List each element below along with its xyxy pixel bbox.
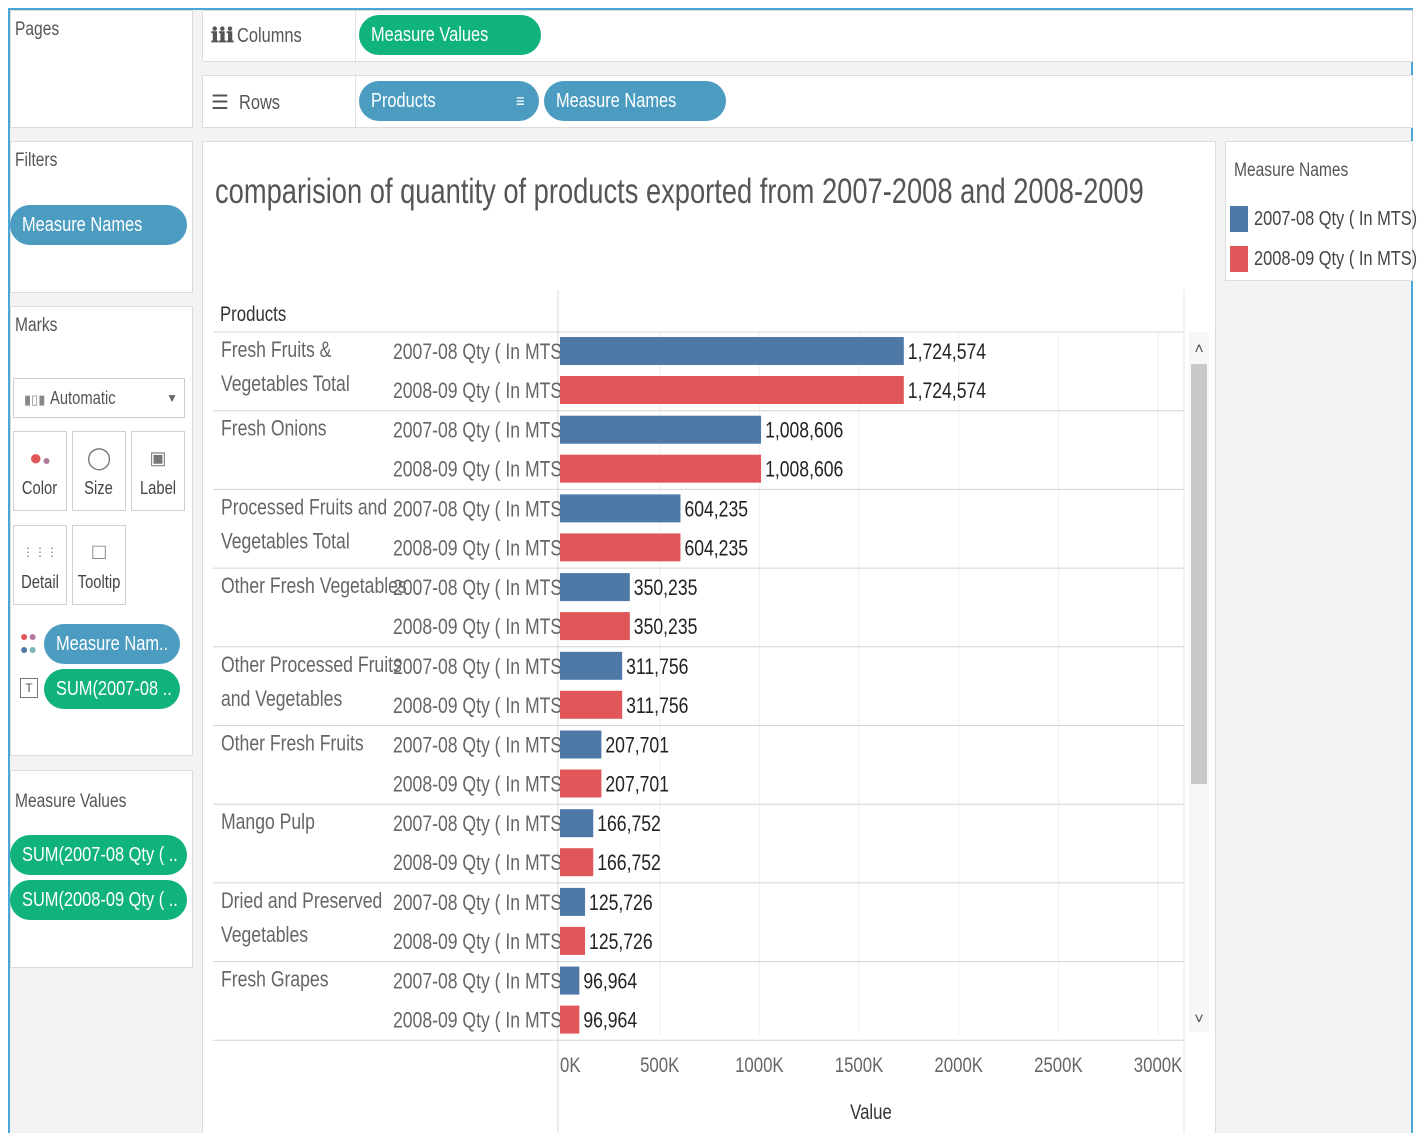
size-icon: ◯ xyxy=(86,445,112,470)
detail-icon: ⋮⋮⋮ xyxy=(22,545,58,559)
pages-card: Pages xyxy=(10,10,193,128)
filters-title: Filters xyxy=(15,150,58,171)
size-button[interactable]: ◯ Size xyxy=(72,431,126,511)
chart-title: comparision of quantity of products expo… xyxy=(215,172,1144,211)
label-mark-icon: T xyxy=(20,678,38,698)
marks-pill-measure-names[interactable]: Measure Nam.. xyxy=(44,624,180,664)
legend-swatch xyxy=(1230,246,1248,272)
rows-pill-measure-names[interactable]: Measure Names xyxy=(544,81,726,121)
legend-swatch xyxy=(1230,206,1248,232)
columns-pill-measure-values[interactable]: Measure Values xyxy=(359,15,541,55)
chevron-down-icon: ▼ xyxy=(166,391,178,405)
mark-type-dropdown[interactable]: ▮▯▮ Automatic ▼ xyxy=(13,378,185,418)
measure-pill-2008[interactable]: SUM(2008-09 Qty ( .. xyxy=(10,880,187,920)
tooltip-icon: □ xyxy=(92,539,106,564)
tooltip-button[interactable]: □ Tooltip xyxy=(72,525,126,605)
chart-card: comparision of quantity of products expo… xyxy=(202,141,1216,1133)
pages-title: Pages xyxy=(15,19,60,40)
bar-chart-icon: ▮▯▮ xyxy=(24,392,46,407)
detail-button[interactable]: ⋮⋮⋮ Detail xyxy=(13,525,67,605)
legend-item-2008[interactable]: 2008-09 Qty ( In MTS) xyxy=(1230,246,1417,272)
columns-label: ℹℹℹ Columns xyxy=(211,25,302,47)
color-legend-icon: ●● ●● xyxy=(20,628,37,657)
marks-title: Marks xyxy=(15,315,58,336)
label-icon: ▣ xyxy=(149,448,167,468)
rows-icon: ☰ xyxy=(211,92,229,114)
legend-card: Measure Names 2007-08 Qty ( In MTS) 2008… xyxy=(1225,141,1417,281)
sort-icon[interactable]: ≡ xyxy=(516,81,525,121)
measure-pill-2007[interactable]: SUM(2007-08 Qty ( .. xyxy=(10,835,187,875)
legend-item-2007[interactable]: 2007-08 Qty ( In MTS) xyxy=(1230,206,1417,232)
legend-title: Measure Names xyxy=(1234,160,1349,181)
color-button[interactable]: ●● Color xyxy=(13,431,67,511)
columns-icon: ℹℹℹ xyxy=(211,25,234,47)
measure-values-title: Measure Values xyxy=(15,791,127,812)
filter-pill-measure-names[interactable]: Measure Names xyxy=(10,205,187,245)
color-icon: ●● xyxy=(29,445,51,470)
label-button[interactable]: ▣ Label xyxy=(131,431,185,511)
marks-pill-sum[interactable]: SUM(2007-08 .. xyxy=(44,669,180,709)
rows-label: ☰ Rows xyxy=(211,92,280,114)
rows-pill-products[interactable]: Products ≡ xyxy=(359,81,539,121)
